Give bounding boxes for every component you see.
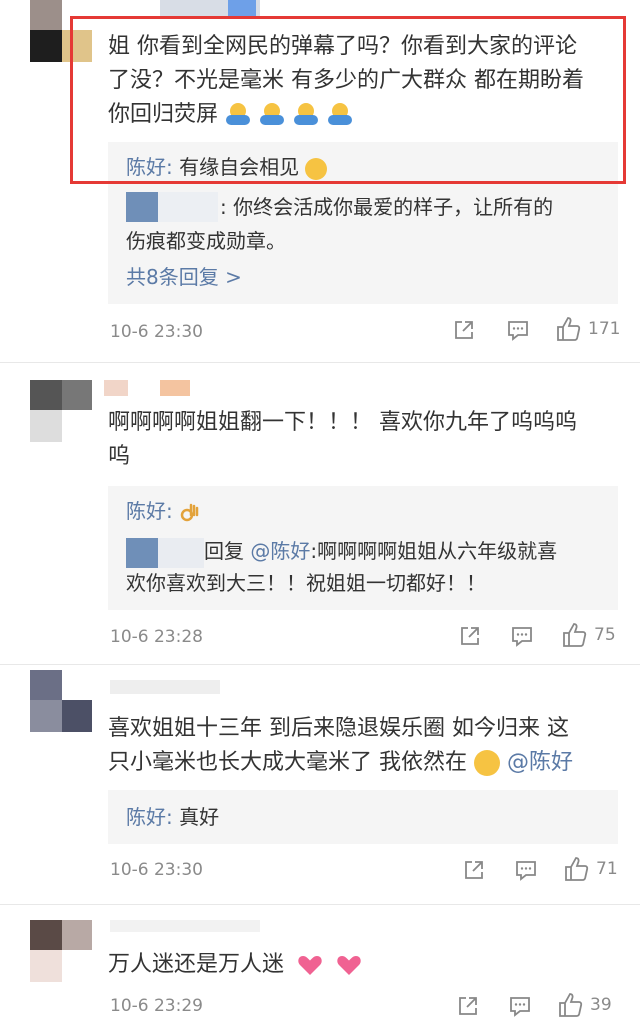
avatar-blurred xyxy=(126,538,158,568)
comment-icon xyxy=(516,861,536,881)
comment-icon xyxy=(510,997,530,1017)
heart-emoji-icon xyxy=(298,956,322,975)
like-button[interactable]: 39 xyxy=(558,992,612,1018)
share-button[interactable] xyxy=(458,624,482,648)
timestamp: 10-6 23:29 xyxy=(110,996,203,1016)
like-button[interactable]: 75 xyxy=(562,622,616,648)
reply-line: : 你终会活成你最爱的样子，让所有的 xyxy=(220,195,554,219)
share-button[interactable] xyxy=(452,318,476,342)
share-icon xyxy=(455,321,473,339)
avatar[interactable] xyxy=(30,380,92,442)
comment-icon xyxy=(508,321,528,341)
reply-box[interactable]: 陈好: 回复 @陈好:啊啊啊啊姐姐从六年级就喜 欢你喜欢到大三！！祝姐姐一切都好… xyxy=(108,486,618,610)
like-count: 75 xyxy=(594,625,616,645)
share-icon xyxy=(459,997,477,1015)
like-icon xyxy=(559,993,583,1017)
comment-icon xyxy=(512,627,532,647)
avatar[interactable] xyxy=(30,670,92,732)
comment-text: 喜欢姐姐十三年 到后来隐退娱乐圈 如今归来 这 只小毫米也长大成大毫米了 我依然… xyxy=(108,716,574,776)
share-button[interactable] xyxy=(462,858,486,882)
reply-author[interactable]: 陈好: xyxy=(126,805,173,829)
reply-author[interactable]: 陈好: xyxy=(126,499,173,523)
reply-line: 陈好: 真好 xyxy=(126,805,220,829)
reply-line: 陈好: xyxy=(126,496,201,526)
avatar-blurred xyxy=(126,192,158,222)
reply-line: 欢你喜欢到大三！！祝姐姐一切都好！！ xyxy=(126,571,486,595)
comment-button[interactable] xyxy=(514,858,538,882)
like-button[interactable]: 171 xyxy=(556,316,620,342)
divider xyxy=(0,362,640,363)
comment-button[interactable] xyxy=(506,318,530,342)
share-button[interactable] xyxy=(456,994,480,1018)
heart-eyes-emoji-icon xyxy=(474,750,500,776)
mention-link[interactable]: @陈好 xyxy=(250,539,310,563)
reply-line: 回复 @陈好:啊啊啊啊姐姐从六年级就喜 xyxy=(204,539,558,563)
ok-hand-emoji-icon xyxy=(180,503,199,521)
like-icon xyxy=(563,623,587,647)
like-button[interactable]: 71 xyxy=(564,856,618,882)
reply-line: 伤痕都变成勋章。 xyxy=(126,229,286,253)
comment-button[interactable] xyxy=(508,994,532,1018)
share-icon xyxy=(465,861,483,879)
reply-box[interactable]: 陈好: 真好 xyxy=(108,790,618,844)
like-icon xyxy=(565,857,589,881)
comment-text: 啊啊啊啊姐姐翻一下！！！ 喜欢你九年了呜呜呜 呜 xyxy=(108,410,577,469)
divider xyxy=(0,664,640,665)
comment-text: 万人迷还是万人迷 xyxy=(108,948,628,982)
divider xyxy=(0,904,640,905)
avatar[interactable] xyxy=(30,920,92,982)
like-count: 39 xyxy=(590,995,612,1015)
more-replies-link[interactable]: 共8条回复 > xyxy=(126,262,242,292)
timestamp: 10-6 23:28 xyxy=(110,627,203,647)
like-count: 71 xyxy=(596,859,618,879)
timestamp: 10-6 23:30 xyxy=(110,322,203,342)
share-icon xyxy=(461,627,479,645)
timestamp: 10-6 23:30 xyxy=(110,860,203,880)
highlight-box xyxy=(70,16,626,184)
like-count: 171 xyxy=(588,319,621,339)
comment-button[interactable] xyxy=(510,624,534,648)
heart-emoji-icon xyxy=(337,956,361,975)
mention-link[interactable]: @陈好 xyxy=(507,750,573,775)
like-icon xyxy=(557,317,581,341)
